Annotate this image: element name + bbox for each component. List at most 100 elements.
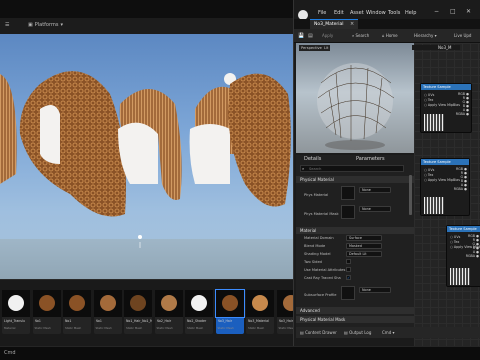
node-input-pin[interactable]: ○ UVs (424, 93, 434, 97)
texture-sample-node[interactable]: Texture Sample ○ UVs ○ Tex ○ Apply View Mip… (446, 225, 480, 287)
hamburger-icon[interactable]: ☰ (5, 22, 9, 28)
two-sided-checkbox[interactable] (346, 259, 351, 264)
close-tab-icon[interactable]: × (350, 21, 354, 27)
blend-mode-dropdown[interactable]: Masked (346, 243, 382, 249)
output-log-button[interactable]: ▤ Output Log (344, 330, 371, 335)
asset-tile[interactable]: No1_Hair_No1_Material Static Mesh (124, 290, 152, 334)
phys-material-mask-slot[interactable] (341, 205, 355, 219)
menu-window[interactable]: Window (366, 10, 386, 16)
minimize-icon[interactable]: − (434, 8, 439, 15)
cmd-label[interactable]: Cmd (4, 350, 16, 356)
save-icon[interactable]: 💾 (298, 33, 304, 39)
menu-asset[interactable]: Asset (350, 10, 364, 16)
prop-blend-mode: Blend Mode (304, 244, 326, 248)
editor-bottom-bar: ▤ Content Drawer ▤ Output Log Cmd ▾ (296, 327, 480, 338)
section-advanced[interactable]: Advanced (296, 307, 414, 314)
asset-type: Static Mesh (34, 326, 51, 330)
menu-file[interactable]: File (318, 10, 326, 16)
asset-tile[interactable]: No3_Material Static Mesh (246, 290, 274, 334)
asset-tile[interactable]: No1 Static Mesh (63, 290, 91, 334)
node-title: Texture Sample (421, 159, 469, 165)
search-icon: ⌕ (302, 166, 305, 171)
prop-two-sided: Two Sided (304, 260, 322, 264)
prop-phys-material: Phys Material (304, 193, 329, 197)
phys-material-mask-dropdown[interactable]: None (359, 206, 391, 212)
asset-tile[interactable]: No2_Shader Static Mesh (185, 290, 213, 334)
prop-use-material-attributes: Use Material Attributes (304, 268, 346, 272)
node-input-pin[interactable]: ○ UVs (450, 235, 460, 239)
shading-model-dropdown[interactable]: Default Lit (346, 251, 382, 257)
platforms-dropdown[interactable]: ▣ Platforms ▾ (28, 22, 63, 28)
close-icon[interactable]: ✕ (466, 8, 471, 15)
details-scrollbar[interactable] (409, 175, 412, 215)
viewport-scene[interactable] (0, 34, 293, 288)
cmd-button[interactable]: Cmd ▾ (382, 330, 395, 335)
subsurface-profile-slot[interactable] (341, 286, 355, 300)
material-graph[interactable]: No3_M Texture Sample ○ UVs ○ Tex ○ Apply Vi… (412, 43, 480, 346)
details-tab[interactable]: Details (304, 156, 321, 162)
asset-name: No2_Hair (156, 319, 172, 323)
phys-material-dropdown[interactable]: None (359, 187, 391, 193)
menu-help[interactable]: Help (405, 10, 416, 16)
menu-edit[interactable]: Edit (334, 10, 344, 16)
node-input-pin[interactable]: ○ Tex (424, 98, 433, 102)
node-input-pin[interactable]: ○ Tex (424, 173, 433, 177)
asset-tile[interactable]: Light_Translu Material (2, 290, 30, 334)
live-update-button[interactable]: Live Upd (454, 33, 471, 38)
preview-sphere (317, 63, 395, 150)
browse-icon[interactable]: ▤ (308, 33, 313, 39)
material-preview-viewport[interactable]: Perspective Lit (296, 43, 414, 153)
asset-type: Static Mesh (156, 326, 173, 330)
node-title: Texture Sample (421, 84, 471, 90)
platforms-label: Platforms (34, 22, 59, 28)
parameters-tab[interactable]: Parameters (356, 156, 385, 162)
asset-tile[interactable]: No3_Hair Static Mesh (214, 289, 245, 334)
asset-name: No1 (95, 319, 102, 323)
asset-tile[interactable]: No2_Hair Static Mesh (154, 290, 183, 334)
asset-thumbnail (63, 290, 91, 317)
texture-sample-node[interactable]: Texture Sample ○ UVs ○ Tex ○ Apply View Mip… (420, 83, 472, 133)
section-physical-material-mask[interactable]: Physical Material Mask (296, 316, 414, 323)
section-physical-material[interactable]: Physical Material (296, 176, 414, 183)
phys-material-slot[interactable] (341, 186, 355, 200)
chevron-down-icon: ▾ (60, 22, 63, 28)
asset-thumbnail (214, 289, 245, 318)
section-material[interactable]: Material (296, 227, 414, 234)
asset-thumbnail (185, 290, 213, 317)
prop-shading-model: Shading Model (304, 252, 331, 256)
search-button[interactable]: ⌕ Search (352, 33, 369, 38)
details-search-input[interactable]: Search (300, 165, 404, 172)
asset-tile[interactable]: No1 Static Mesh (32, 290, 61, 334)
prop-material-domain: Material Domain (304, 236, 334, 240)
menu-tools[interactable]: Tools (388, 10, 400, 16)
details-panel: Details Parameters Search ⌕ Physical Mat… (296, 155, 414, 327)
node-input-pin[interactable]: ○ UVs (424, 168, 434, 172)
apply-button[interactable]: Apply (322, 33, 333, 38)
hierarchy-button[interactable]: Hierarchy ▾ (414, 33, 437, 38)
content-drawer-button[interactable]: ▤ Content Drawer (300, 330, 337, 335)
subsurface-profile-dropdown[interactable]: None (359, 287, 391, 293)
node-output-pin[interactable]: RGBA ● (466, 254, 479, 258)
viewport-toolbar: ☰ ▣ Platforms ▾ (0, 18, 293, 34)
tab-material[interactable]: No3_Material × (310, 19, 358, 29)
node-input-pin[interactable]: ○ Apply View MipBias (424, 103, 460, 107)
node-input-pin[interactable]: ○ Apply View MipBias (424, 178, 460, 182)
material-toolbar: 💾 ▤ Apply ⌕ Search ⌂ Home Hierarchy ▾ Li… (294, 29, 480, 43)
prop-cast-ray-traced-shadows: Cast Ray Traced Sha (304, 276, 341, 280)
node-input-pin[interactable]: ○ Tex (450, 240, 459, 244)
node-output-pin[interactable]: RGBA ● (454, 187, 467, 191)
level-viewport[interactable]: ☰ ▣ Platforms ▾ (0, 0, 293, 288)
material-domain-dropdown[interactable]: Surface (346, 235, 382, 241)
maximize-icon[interactable]: □ (450, 8, 456, 15)
asset-tile[interactable]: No1 Static Mesh (93, 290, 122, 334)
cast-ray-traced-shadows-checkbox[interactable]: ✓ (346, 275, 351, 280)
asset-name: Light_Translu (4, 319, 25, 323)
node-output-pin[interactable]: RGBA ● (456, 112, 469, 116)
prop-subsurface-profile: Subsurface Profile (304, 293, 337, 297)
home-button[interactable]: ⌂ Home (382, 33, 398, 38)
asset-type: Static Mesh (95, 326, 112, 330)
use-material-attributes-checkbox[interactable] (346, 267, 351, 272)
texture-sample-node[interactable]: Texture Sample ○ UVs ○ Tex ○ Apply View Mip… (420, 158, 470, 216)
texture-preview (450, 268, 470, 285)
asset-thumbnail (32, 290, 61, 317)
